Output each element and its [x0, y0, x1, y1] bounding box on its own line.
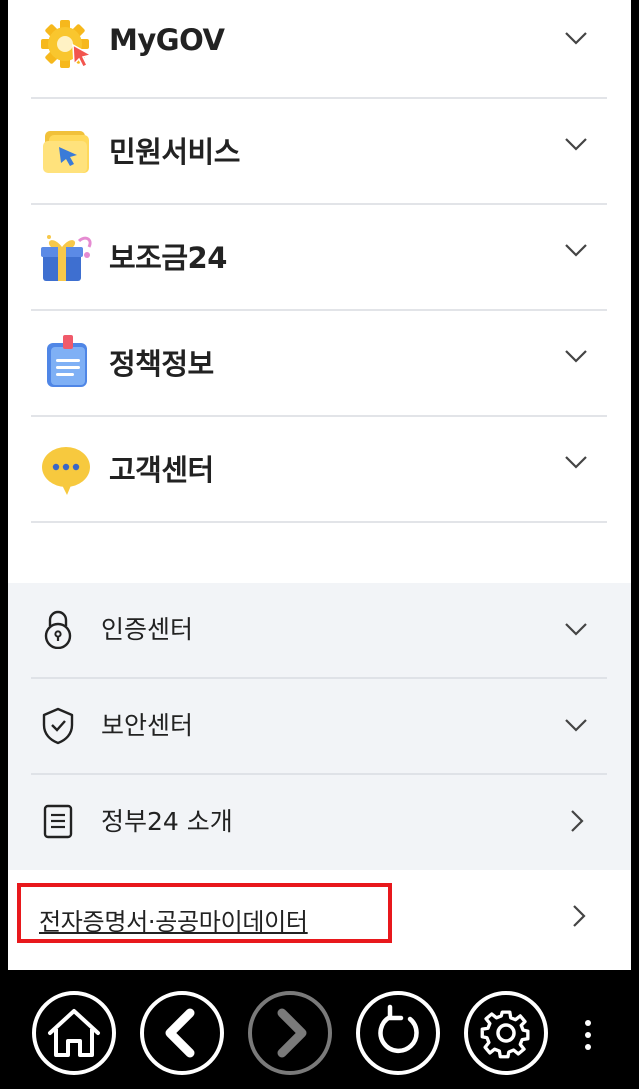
home-button[interactable]	[32, 991, 116, 1075]
menu-item-security-center[interactable]: 보안센터	[31, 679, 607, 775]
chevron-down-icon	[565, 456, 587, 469]
document-list-icon	[43, 804, 73, 839]
menu-item-gov24-intro[interactable]: 정부24 소개	[31, 775, 607, 871]
more-vertical-icon[interactable]	[578, 1018, 598, 1052]
menu-item-label: 보안센터	[101, 711, 194, 740]
menu-item-civil-service[interactable]: 민원서비스	[31, 99, 607, 205]
menu-item-label: 인증센터	[101, 615, 194, 644]
gear-icon	[480, 1010, 530, 1059]
settings-button[interactable]	[464, 991, 548, 1075]
menu-item-subsidy24[interactable]: 보조금24	[31, 205, 607, 311]
menu-screen: MyGOV 민원서비스 보조금24 정책정보 고객센터 인증센터 보안센터 정부…	[8, 0, 631, 970]
speech-bubble-icon	[42, 447, 90, 495]
document-clipboard-icon	[47, 335, 87, 387]
shield-check-icon	[42, 707, 74, 745]
gift-box-icon	[41, 235, 92, 281]
bottom-navbar	[0, 978, 639, 1089]
forward-arrow-icon	[277, 1008, 307, 1058]
menu-item-mygov[interactable]: MyGOV	[31, 0, 607, 99]
e-certificate-link[interactable]: 전자증명서·공공마이데이터	[39, 902, 308, 937]
chevron-right-icon	[571, 810, 584, 832]
menu-item-customer-center[interactable]: 고객센터	[31, 417, 607, 523]
mygov-gear-icon	[41, 20, 94, 69]
folder-cursor-icon	[43, 131, 89, 173]
menu-item-label: 민원서비스	[109, 135, 240, 169]
chevron-down-icon	[565, 32, 587, 45]
chevron-down-icon	[565, 350, 587, 363]
reload-icon	[378, 1004, 419, 1054]
sub-menu-section: 인증센터 보안센터 정부24 소개	[8, 583, 631, 870]
menu-item-label: 보조금24	[109, 241, 227, 275]
menu-item-label: 정부24 소개	[101, 807, 233, 836]
back-arrow-icon	[165, 1008, 195, 1058]
menu-item-label: MyGOV	[109, 23, 225, 57]
chevron-down-icon	[565, 138, 587, 151]
menu-item-label: 정책정보	[109, 347, 214, 381]
forward-button[interactable]	[248, 991, 332, 1075]
lock-icon	[44, 610, 72, 649]
menu-item-label: 고객센터	[109, 453, 214, 487]
home-icon	[48, 1009, 100, 1057]
menu-item-e-certificate-mydata[interactable]: 전자증명서·공공마이데이터	[8, 870, 631, 970]
menu-item-auth-center[interactable]: 인증센터	[31, 583, 607, 679]
reload-button[interactable]	[356, 991, 440, 1075]
back-button[interactable]	[140, 991, 224, 1075]
chevron-down-icon	[565, 623, 587, 636]
chevron-down-icon	[565, 719, 587, 732]
menu-item-policy-info[interactable]: 정책정보	[31, 311, 607, 417]
chevron-down-icon	[565, 244, 587, 257]
chevron-right-icon	[573, 905, 586, 927]
